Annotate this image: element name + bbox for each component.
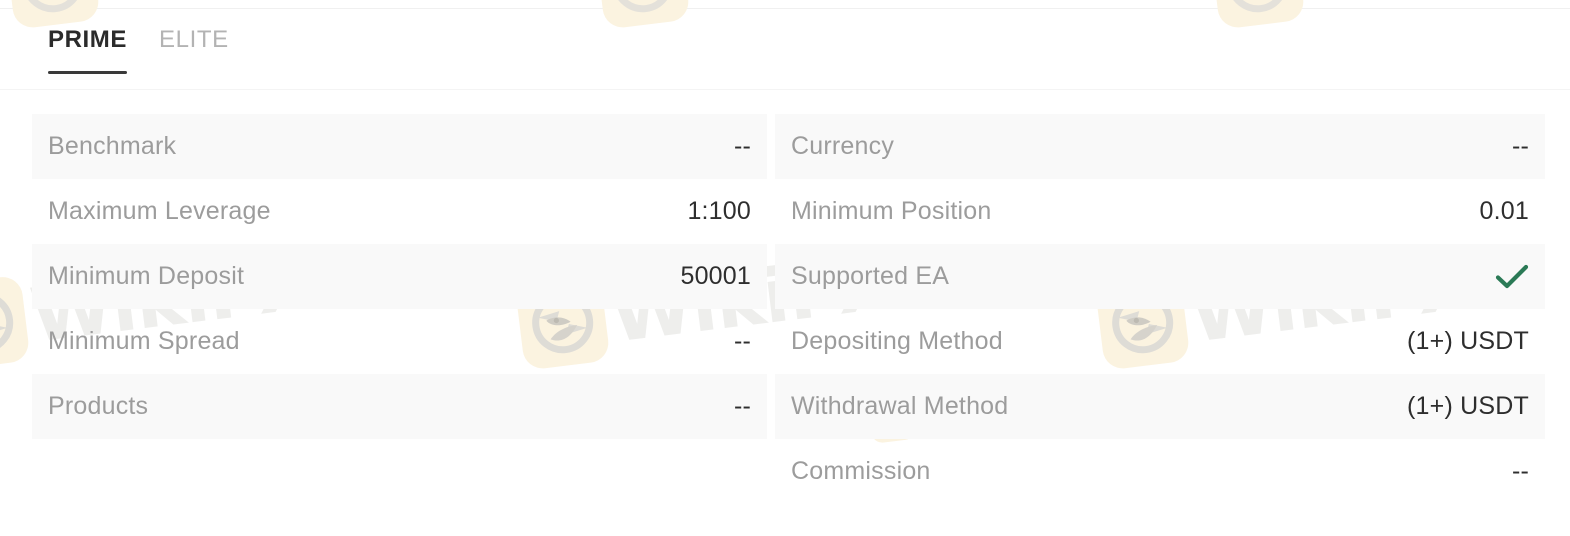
spec-value: 1:100 xyxy=(687,197,751,225)
spec-value: -- xyxy=(733,327,751,355)
watermark-text: WikiFX xyxy=(686,0,978,18)
watermark: WikiFX xyxy=(594,0,978,30)
spec-label: Depositing Method xyxy=(791,327,1003,355)
watermark-text: WikiFX xyxy=(1301,0,1570,18)
spec-row-maximum-leverage: Maximum Leverage 1:100 xyxy=(32,179,767,244)
spec-row-minimum-position: Minimum Position 0.01 xyxy=(775,179,1545,244)
spec-row-minimum-deposit: Minimum Deposit 50001 xyxy=(32,244,767,309)
tab-prime-label: PRIME xyxy=(48,26,128,53)
top-divider xyxy=(0,8,1570,9)
tabs-baseline-divider xyxy=(0,89,1570,90)
spec-value: -- xyxy=(733,132,751,160)
spec-value: -- xyxy=(1511,457,1529,485)
watermark: WikiFX xyxy=(1209,0,1570,30)
spec-row-depositing-method: Depositing Method (1+) USDT xyxy=(775,309,1545,374)
spec-row-withdrawal-method: Withdrawal Method (1+) USDT xyxy=(775,374,1545,439)
tab-prime[interactable]: PRIME xyxy=(32,22,143,74)
watermark-text: WikiFX xyxy=(96,0,388,18)
spec-label: Benchmark xyxy=(48,132,177,160)
wikifx-logo-icon xyxy=(594,0,691,30)
spec-columns: Benchmark -- Maximum Leverage 1:100 Mini… xyxy=(0,114,1570,504)
check-icon xyxy=(1495,264,1529,290)
spec-row-currency: Currency -- xyxy=(775,114,1545,179)
tab-elite[interactable]: ELITE xyxy=(143,22,245,74)
spec-label: Supported EA xyxy=(791,262,950,290)
spec-label: Withdrawal Method xyxy=(791,392,1009,420)
spec-value: -- xyxy=(733,392,751,420)
spec-label: Products xyxy=(48,392,149,420)
spec-row-products: Products -- xyxy=(32,374,767,439)
spec-row-commission: Commission -- xyxy=(775,439,1545,504)
spec-value: 0.01 xyxy=(1479,197,1529,225)
spec-label: Minimum Position xyxy=(791,197,992,225)
spec-label: Currency xyxy=(791,132,895,160)
spec-row-minimum-spread: Minimum Spread -- xyxy=(32,309,767,374)
spec-value: (1+) USDT xyxy=(1407,327,1529,355)
spec-label: Minimum Deposit xyxy=(48,262,245,290)
spec-column-right: Currency -- Minimum Position 0.01 Suppor… xyxy=(767,114,1570,504)
spec-column-left: Benchmark -- Maximum Leverage 1:100 Mini… xyxy=(0,114,767,504)
tab-active-underline xyxy=(48,71,128,74)
spec-label: Minimum Spread xyxy=(48,327,240,355)
spec-row-benchmark: Benchmark -- xyxy=(32,114,767,179)
spec-label: Maximum Leverage xyxy=(48,197,271,225)
spec-value: -- xyxy=(1511,132,1529,160)
wikifx-logo-icon xyxy=(1209,0,1306,30)
tab-elite-label: ELITE xyxy=(159,26,229,53)
spec-label: Commission xyxy=(791,457,931,485)
spec-row-supported-ea: Supported EA xyxy=(775,244,1545,309)
broker-account-details-panel: PRIME ELITE Benchmark -- Maximum Leverag… xyxy=(0,0,1570,536)
account-type-tabs: PRIME ELITE xyxy=(32,22,245,74)
spec-value: (1+) USDT xyxy=(1407,392,1529,420)
spec-value: 50001 xyxy=(680,262,751,290)
